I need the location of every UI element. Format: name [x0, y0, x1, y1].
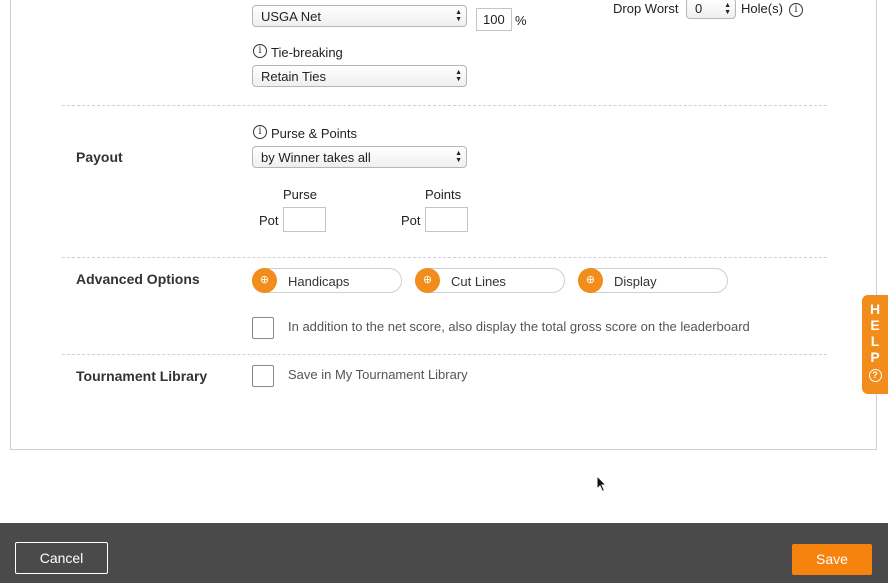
- help-letter: H: [869, 301, 881, 317]
- mouse-cursor-icon: [596, 475, 608, 493]
- advanced-options-title: Advanced Options: [76, 271, 200, 287]
- info-icon[interactable]: i: [253, 44, 267, 58]
- select-arrows-icon: ▲ ▼: [455, 69, 462, 83]
- gross-score-label: In addition to the net score, also displ…: [288, 319, 750, 334]
- expand-icon: ⊕: [252, 268, 277, 293]
- cut-lines-label: Cut Lines: [451, 274, 506, 289]
- info-icon[interactable]: i: [253, 125, 267, 139]
- cancel-button[interactable]: Cancel: [15, 542, 108, 574]
- purse-points-select[interactable]: by Winner takes all ▲ ▼: [252, 146, 467, 168]
- section-divider: [62, 105, 827, 106]
- tie-breaking-label: Tie-breaking: [271, 45, 343, 60]
- purse-points-label: Purse & Points: [271, 126, 357, 141]
- save-library-label: Save in My Tournament Library: [288, 367, 468, 382]
- purse-points-value: by Winner takes all: [261, 150, 371, 165]
- help-letter: L: [870, 333, 880, 349]
- points-pot-label: Pot: [401, 213, 421, 228]
- percent-symbol: %: [515, 13, 527, 28]
- tie-breaking-value: Retain Ties: [261, 69, 327, 84]
- display-label: Display: [614, 274, 657, 289]
- tournament-settings-card: USGA Net ▲ ▼ 100 % Drop Worst 0 ▲ ▼ Hole(s…: [10, 0, 877, 450]
- footer-bar: Cancel Save: [0, 523, 888, 583]
- select-arrows-icon: ▲ ▼: [724, 2, 731, 16]
- section-divider: [62, 257, 827, 258]
- help-letter: P: [870, 349, 880, 365]
- handicaps-label: Handicaps: [288, 274, 350, 289]
- expand-icon: ⊕: [578, 268, 603, 293]
- points-header: Points: [425, 187, 462, 202]
- expand-icon: ⊕: [415, 268, 440, 293]
- tournament-library-title: Tournament Library: [76, 368, 208, 384]
- scoring-method-value: USGA Net: [261, 9, 321, 24]
- payout-title: Payout: [76, 149, 123, 165]
- purse-header: Purse: [283, 187, 317, 202]
- drop-worst-select[interactable]: 0 ▲ ▼: [686, 0, 736, 19]
- handicap-percent-input[interactable]: 100: [476, 8, 512, 31]
- purse-pot-label: Pot: [259, 213, 279, 228]
- help-letter: E: [870, 317, 880, 333]
- select-arrows-icon: ▲ ▼: [455, 9, 462, 23]
- points-pot-input[interactable]: [425, 207, 468, 232]
- section-divider: [62, 354, 827, 355]
- purse-pot-input[interactable]: [283, 207, 326, 232]
- tie-breaking-select[interactable]: Retain Ties ▲ ▼: [252, 65, 467, 87]
- save-library-checkbox[interactable]: [252, 365, 274, 387]
- save-button[interactable]: Save: [792, 544, 872, 575]
- drop-worst-label: Drop Worst: [613, 1, 679, 16]
- info-icon[interactable]: i: [789, 3, 803, 17]
- handicap-percent-value: 100: [483, 12, 505, 27]
- handicaps-toggle[interactable]: ⊕ Handicaps: [252, 268, 402, 293]
- display-toggle[interactable]: ⊕ Display: [578, 268, 728, 293]
- question-icon: ?: [868, 369, 882, 382]
- scoring-method-select[interactable]: USGA Net ▲ ▼: [252, 5, 467, 27]
- cut-lines-toggle[interactable]: ⊕ Cut Lines: [415, 268, 565, 293]
- drop-worst-value: 0: [695, 1, 703, 16]
- select-arrows-icon: ▲ ▼: [455, 150, 462, 164]
- gross-score-checkbox[interactable]: [252, 317, 274, 339]
- help-tab[interactable]: H E L P ?: [862, 295, 888, 394]
- holes-label: Hole(s): [741, 1, 783, 16]
